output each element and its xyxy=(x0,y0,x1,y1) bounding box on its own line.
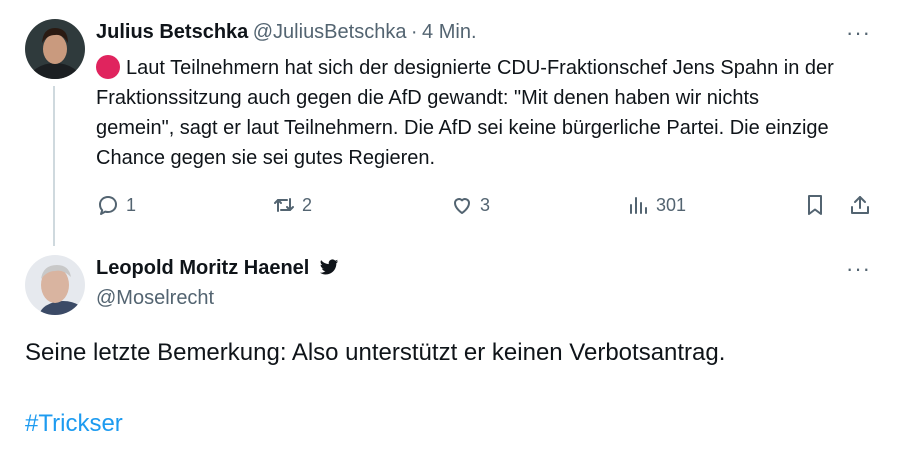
reply-count: 1 xyxy=(126,194,137,215)
like-button[interactable]: 3 xyxy=(450,193,490,217)
timestamp[interactable]: 4 Min. xyxy=(422,21,476,43)
more-options-button[interactable]: ··· xyxy=(846,256,871,282)
views-button[interactable]: 301 xyxy=(626,193,686,217)
red-circle-icon xyxy=(96,55,120,79)
reply-button[interactable]: 1 xyxy=(96,193,136,217)
share-icon xyxy=(851,196,869,214)
bookmark-icon xyxy=(808,195,822,215)
author-name[interactable]: Leopold Moritz Haenel xyxy=(96,257,309,279)
tweet2-text: Seine letzte Bemerkung: Also unterstützt… xyxy=(25,339,726,366)
retweet-button[interactable]: 2 xyxy=(272,193,312,217)
more-options-button[interactable]: ··· xyxy=(846,20,871,46)
author-handle[interactable]: @Moselrecht xyxy=(96,287,214,310)
heart-icon xyxy=(454,198,470,214)
author-name[interactable]: Julius Betschka xyxy=(96,21,248,43)
like-count: 3 xyxy=(480,194,491,215)
twitter-bird-icon xyxy=(319,259,338,275)
hashtag-link[interactable]: #Trickser xyxy=(25,410,123,438)
tweet1-header: Julius Betschka @JuliusBetschka · 4 Min. xyxy=(96,21,477,44)
share-button[interactable] xyxy=(848,193,872,217)
separator-dot: · xyxy=(410,21,418,43)
reply-icon xyxy=(99,196,117,215)
views-icon xyxy=(630,197,647,214)
tweet1-text: Laut Teilnehmern hat sich der designiert… xyxy=(96,57,834,169)
author-handle[interactable]: @JuliusBetschka xyxy=(253,21,407,43)
avatar-julius-betschka[interactable] xyxy=(25,19,85,79)
avatar-leopold-moritz-haenel[interactable] xyxy=(25,255,85,315)
tweet2-header: Leopold Moritz Haenel xyxy=(96,257,340,280)
thread-line xyxy=(53,86,55,246)
views-count: 301 xyxy=(656,194,687,215)
retweet-icon xyxy=(274,198,294,212)
bookmark-button[interactable] xyxy=(803,193,827,217)
tweet1-text-block: Laut Teilnehmern hat sich der designiert… xyxy=(96,53,836,173)
retweet-count: 2 xyxy=(302,194,313,215)
